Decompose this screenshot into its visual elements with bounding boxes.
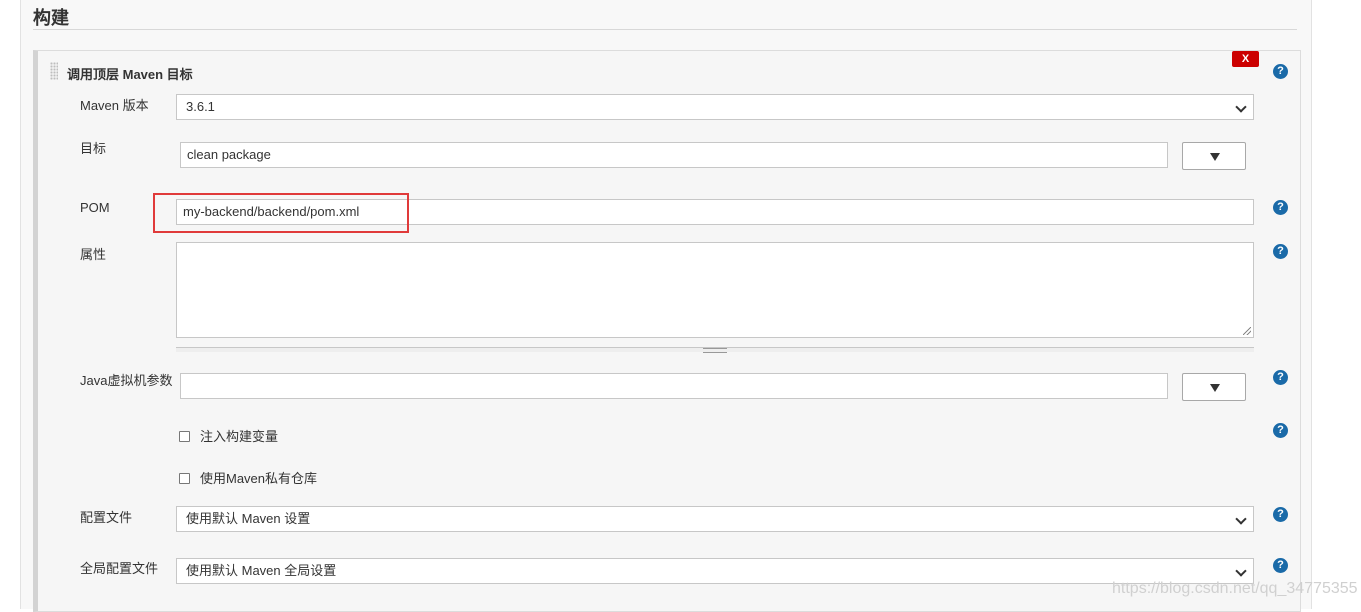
help-icon-pom[interactable]: ? xyxy=(1273,200,1288,215)
help-icon-properties[interactable]: ? xyxy=(1273,244,1288,259)
jvm-options-expand-button[interactable] xyxy=(1182,373,1246,401)
section-divider xyxy=(33,29,1297,30)
help-icon-inject-build-vars[interactable]: ? xyxy=(1273,423,1288,438)
global-settings-file-label: 全局配置文件 xyxy=(80,561,159,576)
private-repo-row[interactable]: 使用Maven私有仓库 xyxy=(179,468,317,487)
private-repo-label: 使用Maven私有仓库 xyxy=(200,471,318,486)
global-settings-file-select[interactable]: 使用默认 Maven 全局设置 xyxy=(176,558,1254,584)
settings-file-value: 使用默认 Maven 设置 xyxy=(186,511,311,526)
maven-version-label: Maven 版本 xyxy=(80,98,149,113)
private-repo-checkbox[interactable] xyxy=(179,473,190,484)
textarea-resize-bar[interactable] xyxy=(176,347,1254,353)
chevron-down-icon xyxy=(1235,513,1247,525)
pom-highlight-box xyxy=(153,193,409,233)
help-icon-global-settings-file[interactable]: ? xyxy=(1273,558,1288,573)
section-title: 构建 xyxy=(33,8,69,28)
help-icon-settings-file[interactable]: ? xyxy=(1273,507,1288,522)
resize-handle-icon[interactable] xyxy=(703,348,727,353)
goals-input[interactable]: clean package xyxy=(180,142,1168,168)
properties-label: 属性 xyxy=(80,247,107,262)
caret-down-icon xyxy=(1210,384,1220,392)
jvm-options-label: Java虚拟机参数 xyxy=(80,373,173,388)
inject-build-vars-row[interactable]: 注入构建变量 xyxy=(179,426,278,445)
help-icon-step[interactable]: ? xyxy=(1273,64,1288,79)
delete-step-button[interactable]: X xyxy=(1232,51,1259,67)
maven-version-select[interactable]: 3.6.1 xyxy=(176,94,1254,120)
settings-file-label: 配置文件 xyxy=(80,510,133,525)
inject-build-vars-checkbox[interactable] xyxy=(179,431,190,442)
watermark-text: https://blog.csdn.net/qq_34775355 xyxy=(1112,580,1358,597)
pom-label: POM xyxy=(80,200,110,215)
drag-handle-icon[interactable] xyxy=(50,62,58,80)
chevron-down-icon xyxy=(1235,565,1247,577)
maven-version-value: 3.6.1 xyxy=(186,99,215,114)
inject-build-vars-label: 注入构建变量 xyxy=(200,429,279,444)
build-step-title: 调用顶层 Maven 目标 xyxy=(67,67,193,82)
properties-textarea[interactable] xyxy=(176,242,1254,338)
chevron-down-icon xyxy=(1235,101,1247,113)
goals-label: 目标 xyxy=(80,141,107,156)
resize-grip-icon[interactable] xyxy=(1243,327,1251,335)
global-settings-file-value: 使用默认 Maven 全局设置 xyxy=(186,563,337,578)
help-icon-jvm-options[interactable]: ? xyxy=(1273,370,1288,385)
settings-file-select[interactable]: 使用默认 Maven 设置 xyxy=(176,506,1254,532)
caret-down-icon xyxy=(1210,153,1220,161)
goals-input-value: clean package xyxy=(187,147,271,162)
jvm-options-input[interactable] xyxy=(180,373,1168,399)
goals-expand-button[interactable] xyxy=(1182,142,1246,170)
